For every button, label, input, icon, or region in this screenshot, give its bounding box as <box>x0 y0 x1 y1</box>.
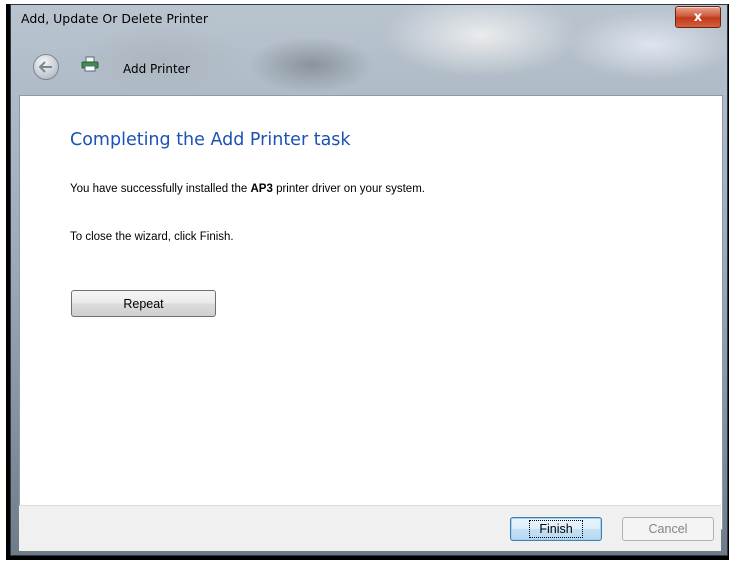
repeat-button[interactable]: Repeat <box>71 290 216 317</box>
cancel-button[interactable]: Cancel <box>622 517 714 541</box>
window-title: Add, Update Or Delete Printer <box>21 11 208 26</box>
printer-icon <box>81 56 99 72</box>
success-message-suffix: printer driver on your system. <box>272 183 425 195</box>
back-arrow-icon <box>39 61 52 73</box>
success-message: You have successfully installed the AP3 … <box>70 183 425 195</box>
close-button[interactable]: x <box>675 6 721 28</box>
driver-name: AP3 <box>250 183 273 195</box>
wizard-nav-title: Add Printer <box>123 62 190 76</box>
close-icon: x <box>693 9 703 25</box>
finish-label: Finish <box>529 520 583 538</box>
back-button[interactable] <box>33 54 59 80</box>
wizard-footer: Finish Cancel <box>19 505 721 551</box>
finish-button[interactable]: Finish <box>510 517 602 541</box>
wizard-content: Completing the Add Printer task You have… <box>19 95 723 530</box>
page-heading: Completing the Add Printer task <box>70 130 351 150</box>
close-instruction: To close the wizard, click Finish. <box>70 231 234 243</box>
success-message-prefix: You have successfully installed the <box>70 183 251 195</box>
wizard-window: Add, Update Or Delete Printer x Add Prin… <box>10 4 728 556</box>
